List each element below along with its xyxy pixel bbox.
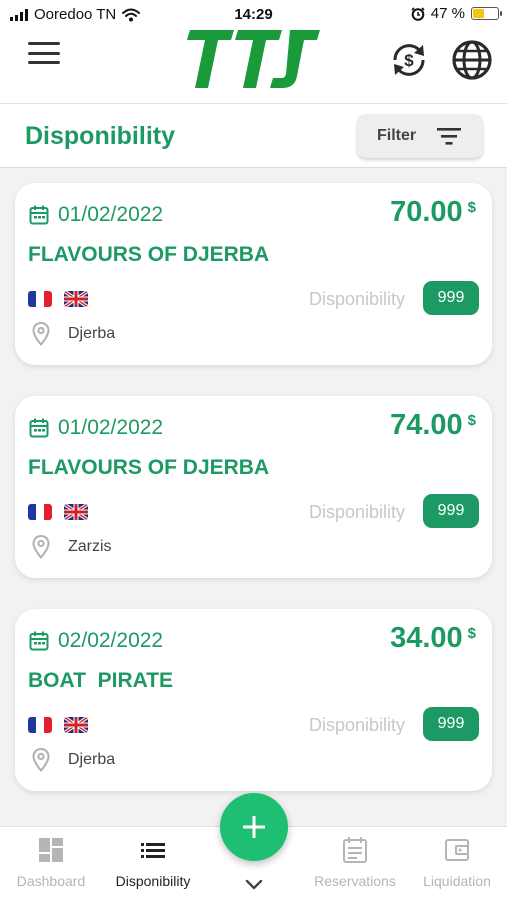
filter-icon bbox=[437, 128, 461, 145]
nav-item-disponibility[interactable]: Disponibility bbox=[102, 827, 204, 900]
language-button[interactable] bbox=[450, 38, 494, 82]
price-amount: 74.00 bbox=[390, 409, 463, 441]
nav-item-liquidation[interactable]: Liquidation bbox=[407, 827, 507, 900]
menu-icon-bar bbox=[28, 51, 60, 55]
filter-button[interactable]: Filter bbox=[357, 114, 483, 158]
price: 34.00 $ bbox=[390, 622, 476, 655]
tts-logo bbox=[187, 30, 320, 88]
excursion-name: BOAT PIRATE bbox=[28, 669, 174, 692]
availability-card[interactable]: 02/02/2022 34.00 $ BOAT PIRATE Disponibi… bbox=[15, 609, 492, 791]
price: 70.00 $ bbox=[390, 196, 476, 229]
card-date: 01/02/2022 bbox=[29, 416, 163, 440]
location-pin-icon bbox=[32, 748, 50, 772]
battery-percent: 47 % bbox=[430, 5, 465, 22]
location: Zarzis bbox=[32, 535, 112, 559]
currency-button[interactable]: $ bbox=[387, 38, 431, 82]
price-currency: $ bbox=[467, 199, 476, 216]
card-date: 01/02/2022 bbox=[29, 203, 163, 227]
france-flag-icon bbox=[28, 291, 52, 307]
list-icon bbox=[141, 843, 165, 858]
chevron-down-icon[interactable] bbox=[244, 878, 264, 892]
nav-item-reservations[interactable]: Reservations bbox=[303, 827, 407, 900]
uk-flag-icon bbox=[64, 504, 88, 520]
language-flags bbox=[28, 717, 88, 733]
availability-card[interactable]: 01/02/2022 74.00 $ FLAVOURS OF DJERBA Di… bbox=[15, 396, 492, 578]
wallet-icon bbox=[445, 839, 469, 861]
disponibility-label: Disponibility bbox=[308, 502, 405, 522]
france-flag-icon bbox=[28, 717, 52, 733]
calendar-icon bbox=[29, 205, 49, 225]
location: Djerba bbox=[32, 322, 115, 346]
disponibility-count-badge: 999 bbox=[423, 281, 479, 315]
calendar-icon bbox=[29, 418, 49, 438]
excursion-name: FLAVOURS OF DJERBA bbox=[28, 456, 270, 479]
uk-flag-icon bbox=[64, 717, 88, 733]
reservations-icon bbox=[343, 837, 367, 863]
language-flags bbox=[28, 504, 88, 520]
calendar-icon bbox=[29, 631, 49, 651]
card-date: 02/02/2022 bbox=[29, 629, 163, 653]
excursion-name: FLAVOURS OF DJERBA bbox=[28, 243, 270, 266]
location: Djerba bbox=[32, 748, 115, 772]
price-currency: $ bbox=[467, 625, 476, 642]
disponibility-count-badge: 999 bbox=[423, 494, 479, 528]
date-text: 02/02/2022 bbox=[58, 629, 164, 652]
app-header: $ bbox=[0, 30, 507, 104]
disponibility-count-badge: 999 bbox=[423, 707, 479, 741]
location-pin-icon bbox=[32, 322, 50, 346]
add-button[interactable] bbox=[220, 793, 288, 861]
nav-item-dashboard[interactable]: Dashboard bbox=[0, 827, 102, 900]
svg-text:$: $ bbox=[404, 51, 414, 70]
plus-icon bbox=[243, 816, 265, 838]
battery-icon bbox=[471, 7, 502, 20]
nav-label: Liquidation bbox=[423, 873, 491, 889]
date-text: 01/02/2022 bbox=[58, 416, 164, 439]
date-text: 01/02/2022 bbox=[58, 203, 164, 226]
language-flags bbox=[28, 291, 88, 307]
location-text: Zarzis bbox=[68, 538, 112, 555]
price-amount: 34.00 bbox=[390, 622, 463, 654]
menu-icon-bar bbox=[28, 61, 60, 64]
alarm-icon bbox=[411, 6, 425, 21]
disponibility-label: Disponibility bbox=[308, 289, 405, 309]
filter-label: Filter bbox=[377, 127, 417, 144]
location-pin-icon bbox=[32, 535, 50, 559]
status-bar: Ooredoo TN 14:29 47 % bbox=[0, 0, 507, 30]
nav-label: Reservations bbox=[314, 873, 396, 889]
menu-icon bbox=[28, 42, 60, 45]
availability-card[interactable]: 01/02/2022 70.00 $ FLAVOURS OF DJERBA Di… bbox=[15, 183, 492, 365]
price: 74.00 $ bbox=[390, 409, 476, 442]
location-text: Djerba bbox=[68, 325, 116, 342]
uk-flag-icon bbox=[64, 291, 88, 307]
location-text: Djerba bbox=[68, 751, 116, 768]
disponibility-label: Disponibility bbox=[308, 715, 405, 735]
page-title: Disponibility bbox=[25, 122, 175, 150]
nav-label: Dashboard bbox=[16, 873, 86, 889]
price-amount: 70.00 bbox=[390, 196, 463, 228]
title-bar: Disponibility Filter bbox=[0, 104, 507, 168]
price-currency: $ bbox=[467, 412, 476, 429]
nav-label: Disponibility bbox=[115, 873, 191, 889]
currency-exchange-icon: $ bbox=[393, 44, 425, 76]
globe-icon bbox=[452, 40, 492, 80]
france-flag-icon bbox=[28, 504, 52, 520]
dashboard-icon bbox=[39, 838, 63, 862]
menu-button[interactable] bbox=[28, 40, 60, 66]
